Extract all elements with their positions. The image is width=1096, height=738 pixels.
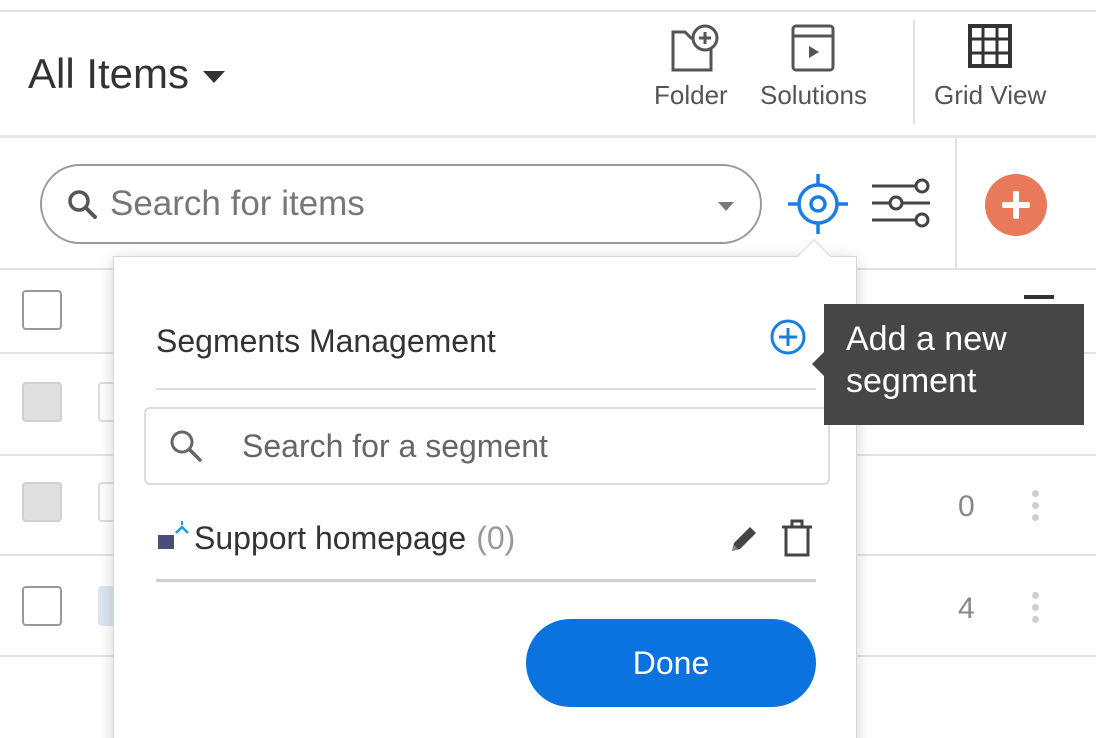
toolbar-divider <box>913 20 915 124</box>
search-icon <box>170 430 202 462</box>
popup-title: Segments Management <box>156 323 496 359</box>
solutions-label: Solutions <box>760 80 867 110</box>
popup-divider <box>156 388 816 390</box>
row-more-icon[interactable] <box>1030 592 1040 628</box>
add-segment-icon[interactable] <box>768 317 808 357</box>
add-item-button[interactable] <box>985 174 1047 236</box>
folder-button[interactable]: Folder <box>654 22 728 111</box>
done-button[interactable]: Done <box>526 619 816 707</box>
grid-view-button[interactable]: Grid View <box>934 22 1046 111</box>
segment-count: (0) <box>476 519 516 556</box>
caret-down-icon[interactable] <box>718 202 734 211</box>
row-checkbox[interactable] <box>22 586 62 626</box>
page-title: All Items <box>28 50 190 97</box>
delete-trash-icon[interactable] <box>778 519 816 559</box>
page: All Items Folder Solutions Grid View Sea… <box>0 0 1096 738</box>
row-count: 0 <box>958 490 975 523</box>
solutions-button[interactable]: Solutions <box>760 22 867 111</box>
filter-sliders-icon[interactable] <box>870 178 932 228</box>
tooltip-text: Add a new segment <box>846 320 1007 400</box>
segment-name: Support homepage <box>194 519 467 556</box>
select-all-checkbox[interactable] <box>22 290 62 330</box>
chevron-down-icon <box>203 71 226 83</box>
search-placeholder: Search for items <box>110 184 365 223</box>
search-icon <box>68 190 97 219</box>
grid-view-label: Grid View <box>934 80 1047 110</box>
search-row-divider <box>955 138 957 268</box>
popup-arrow <box>797 239 831 273</box>
grid-view-icon <box>968 24 1013 68</box>
solutions-icon <box>791 24 835 72</box>
folder-add-icon <box>671 24 719 72</box>
folder-label: Folder <box>654 80 728 110</box>
column-menu-icon[interactable] <box>1024 295 1054 299</box>
view-selector[interactable]: All Items <box>28 50 226 98</box>
segment-search-input[interactable]: Search for a segment <box>144 407 830 485</box>
search-input[interactable]: Search for items <box>40 164 762 244</box>
row-checkbox[interactable] <box>22 382 62 422</box>
segment-icon <box>158 521 189 549</box>
segment-search-placeholder: Search for a segment <box>242 427 548 464</box>
row-checkbox[interactable] <box>22 482 62 522</box>
row-count: 4 <box>958 592 975 625</box>
segments-target-icon[interactable] <box>786 172 850 236</box>
row-more-icon[interactable] <box>1030 490 1040 526</box>
edit-pencil-icon[interactable] <box>726 523 760 557</box>
add-segment-tooltip: Add a new segment <box>812 304 1084 425</box>
segments-management-popup: Segments Management Search for a segment… <box>113 239 857 738</box>
top-divider <box>0 10 1096 12</box>
tooltip-arrow <box>812 352 824 376</box>
header-divider <box>0 135 1096 138</box>
segment-list-item[interactable]: Support homepage (0) <box>156 519 515 557</box>
popup-divider <box>156 579 816 582</box>
